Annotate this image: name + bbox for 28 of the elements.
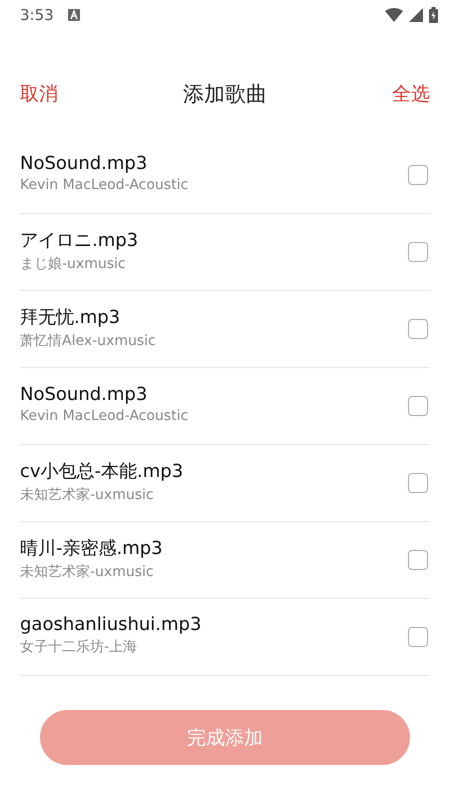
song-artist: 未知艺术家-uxmusic: [20, 486, 155, 504]
checkbox[interactable]: [408, 627, 428, 647]
song-title: gaoshanliushui.mp3: [20, 614, 202, 635]
song-artist: 萧忆情Alex-uxmusic: [20, 332, 157, 350]
signal-icon: [409, 8, 423, 22]
checkbox[interactable]: [408, 242, 428, 262]
checkbox[interactable]: [408, 165, 428, 185]
song-title: 拜无忧.mp3: [20, 306, 122, 328]
cancel-button[interactable]: 取消: [20, 81, 58, 107]
song-artist: 未知艺术家-uxmusic: [20, 562, 155, 580]
page-title: 添加歌曲: [183, 81, 267, 108]
checkbox[interactable]: [408, 473, 428, 493]
song-title: NoSound.mp3: [20, 153, 148, 174]
checkbox[interactable]: [408, 319, 428, 339]
checkbox[interactable]: [408, 550, 428, 570]
song-artist: まじ娘-uxmusic: [20, 254, 127, 272]
wifi-icon: [385, 8, 403, 22]
song-artist: 女子十二乐坊-上海: [20, 638, 138, 656]
select-all-button[interactable]: 全选: [392, 81, 430, 107]
song-title: アイロニ.mp3: [20, 228, 140, 252]
song-artist: Kevin MacLeod-Acoustic: [20, 408, 190, 424]
song-title: cv小包总-本能.mp3: [20, 460, 184, 482]
song-title: NoSound.mp3: [20, 384, 148, 405]
battery-icon: [429, 7, 438, 23]
song-title: 晴川-亲密感.mp3: [20, 536, 164, 560]
checkbox[interactable]: [408, 396, 428, 416]
song-artist: Kevin MacLeod-Acoustic: [20, 177, 190, 193]
status-time: 3:53: [20, 6, 54, 24]
